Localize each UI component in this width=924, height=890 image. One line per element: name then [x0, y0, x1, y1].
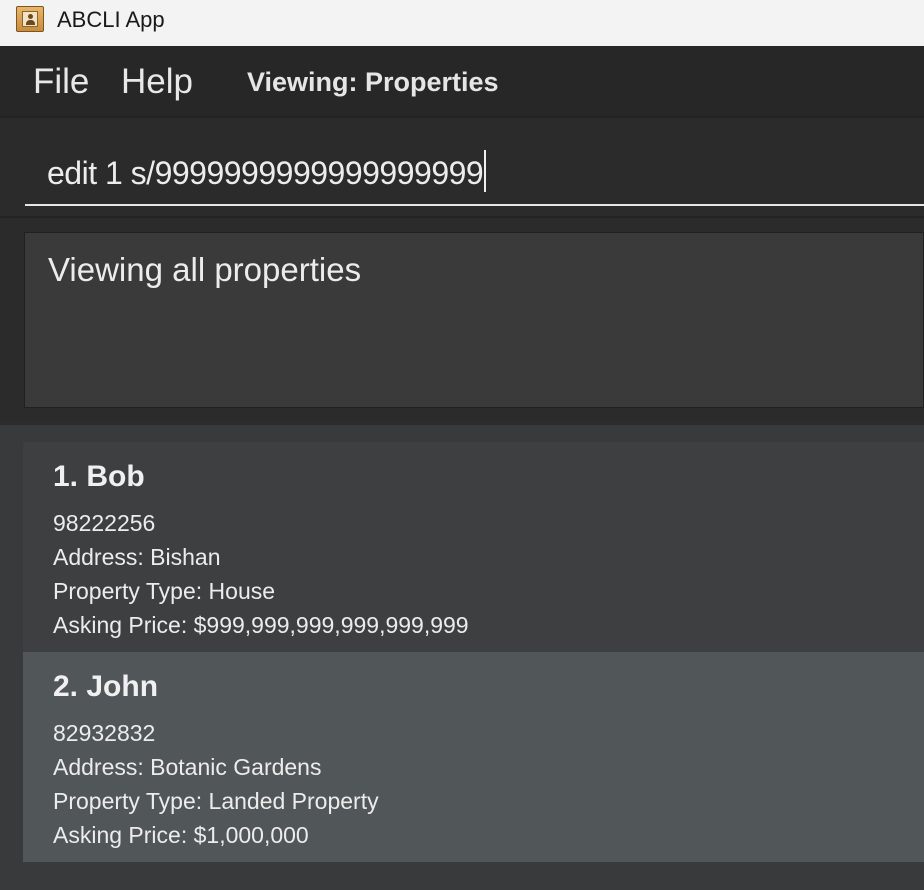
property-card[interactable]: 1. Bob 98222256 Address: Bishan Property…: [23, 442, 924, 652]
property-card-selected[interactable]: 2. John 82932832 Address: Botanic Garden…: [23, 652, 924, 862]
menu-help[interactable]: Help: [121, 62, 193, 102]
address-book-icon: [16, 6, 44, 32]
viewing-mode-label: Viewing: Properties: [247, 67, 499, 97]
property-type: Property Type: Landed Property: [53, 788, 379, 814]
property-phone: 98222256: [53, 510, 156, 536]
command-input[interactable]: edit 1 s/9999999999999999999: [25, 136, 924, 206]
property-name: 2. John: [53, 670, 159, 703]
window-title: ABCLI App: [57, 7, 165, 32]
window-titlebar: ABCLI App: [0, 0, 924, 46]
property-asking-price: Asking Price: $1,000,000: [53, 822, 309, 848]
result-message: Viewing all properties: [48, 251, 362, 288]
property-name: 1. Bob: [53, 460, 145, 493]
menu-file[interactable]: File: [33, 62, 89, 102]
command-input-text: edit 1 s/9999999999999999999: [47, 150, 487, 192]
result-display: Viewing all properties: [24, 232, 924, 408]
command-value: edit 1 s/9999999999999999999: [47, 155, 484, 191]
property-phone: 82932832: [53, 720, 156, 746]
property-asking-price: Asking Price: $999,999,999,999,999,999: [53, 612, 469, 638]
property-type: Property Type: House: [53, 578, 276, 604]
text-caret: [484, 150, 487, 192]
property-address: Address: Bishan: [53, 544, 221, 570]
property-address: Address: Botanic Gardens: [53, 754, 322, 780]
